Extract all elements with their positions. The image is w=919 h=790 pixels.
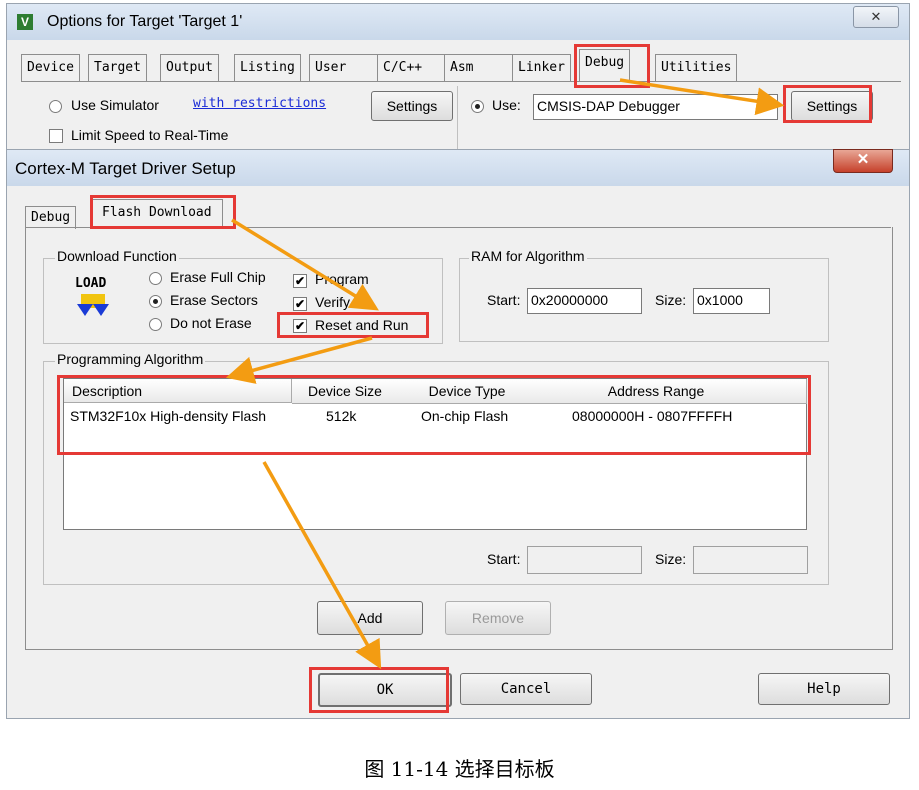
arrow-to-reset-and-run bbox=[231, 218, 379, 311]
arrow-to-ok bbox=[262, 461, 382, 670]
guidance-arrows bbox=[225, 78, 785, 670]
arrow-to-settings bbox=[619, 78, 785, 116]
figure-caption: 图 11-14 选择目标板 bbox=[364, 757, 555, 781]
arrow-to-algorithm bbox=[225, 336, 373, 384]
